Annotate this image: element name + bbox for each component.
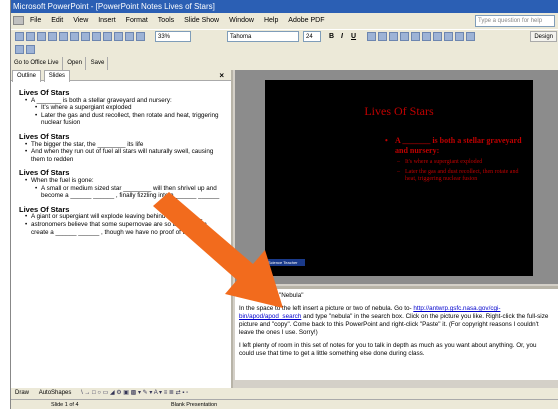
shrink-font-icon[interactable] bbox=[433, 32, 442, 41]
undo-icon[interactable] bbox=[125, 32, 134, 41]
underline-button[interactable]: U bbox=[351, 31, 356, 42]
shape-tools-icon[interactable]: \ → □ ○ ▭ ◢ ⚙ ▣ ▩ ▾ ✎ ▾ A ▾ ≡ ≣ ⇄ ▪ ▫ bbox=[73, 390, 188, 396]
format-icon-group bbox=[367, 32, 475, 42]
align-left-icon[interactable] bbox=[367, 32, 376, 41]
window-title: Microsoft PowerPoint - [PowerPoint Notes… bbox=[13, 2, 215, 11]
menu-bar: File Edit View Insert Format Tools Slide… bbox=[11, 13, 558, 29]
outline-bullet: And when they run out of fuel all stars … bbox=[25, 148, 225, 163]
font-color-icon[interactable] bbox=[466, 32, 475, 41]
outline-tabs: Outline Slides × bbox=[11, 70, 231, 82]
align-center-icon[interactable] bbox=[378, 32, 387, 41]
outline-bullet: A giant or supergiant will explode leavi… bbox=[25, 213, 225, 221]
font-name-select[interactable]: Tahoma bbox=[227, 31, 299, 42]
draw-menu[interactable]: Draw bbox=[11, 390, 29, 396]
outline-bullet: When the fuel is gone: bbox=[25, 177, 225, 185]
notes-heading: "Nebula" bbox=[279, 292, 304, 299]
redo-icon[interactable] bbox=[136, 32, 145, 41]
menu-insert[interactable]: Insert bbox=[94, 13, 120, 29]
increase-indent-icon[interactable] bbox=[455, 32, 464, 41]
save-icon[interactable] bbox=[37, 32, 46, 41]
slide-title[interactable]: Lives Of Stars bbox=[265, 104, 533, 119]
menu-adobe-pdf[interactable]: Adobe PDF bbox=[284, 13, 328, 29]
tab-outline[interactable]: Outline bbox=[12, 70, 42, 82]
second-toolbar bbox=[11, 43, 558, 57]
menu-help[interactable]: Help bbox=[260, 13, 282, 29]
slide-logo: Science Teacher bbox=[267, 259, 305, 266]
template-name: Blank Presentation bbox=[171, 402, 218, 408]
outline-sub-bullet: It's where a supergiant exploded bbox=[35, 104, 225, 112]
slide-sub-bullet: It's where a supergiant exploded bbox=[397, 159, 527, 166]
help-search-input[interactable]: Type a question for help bbox=[475, 15, 555, 27]
preview-icon[interactable] bbox=[70, 32, 79, 41]
close-icon[interactable]: × bbox=[215, 70, 228, 81]
cut-icon[interactable] bbox=[92, 32, 101, 41]
outline-slide-title: Lives Of Stars bbox=[19, 168, 70, 178]
app-icon[interactable] bbox=[13, 15, 24, 25]
outline-slide-title: Lives Of Stars bbox=[19, 131, 70, 141]
slide-canvas[interactable]: Lives Of Stars A _______ is both a stell… bbox=[265, 80, 533, 276]
tab-slides[interactable]: Slides bbox=[43, 70, 71, 82]
status-bar: Slide 1 of 4 Blank Presentation bbox=[11, 399, 558, 409]
bullets-icon[interactable] bbox=[411, 32, 420, 41]
office-live-button[interactable]: Go to Office Live bbox=[11, 57, 63, 70]
slide-editing-area: Lives Of Stars A _______ is both a stell… bbox=[235, 70, 558, 284]
italic-button[interactable]: I bbox=[341, 31, 343, 42]
menu-window[interactable]: Window bbox=[225, 13, 258, 29]
standard-toolbar: 33% Tahoma 24 B I U Design bbox=[11, 29, 558, 43]
spelling-icon[interactable] bbox=[81, 32, 90, 41]
outline-bullet: A _______ is both a stellar graveyard an… bbox=[25, 97, 225, 105]
second-toolbar-icons bbox=[15, 45, 35, 55]
outline-pane: Outline Slides × Lives Of Stars A ______… bbox=[11, 70, 233, 391]
numbering-icon[interactable] bbox=[400, 32, 409, 41]
title-bar: Microsoft PowerPoint - [PowerPoint Notes… bbox=[11, 0, 558, 13]
slide-bullet: A _______ is both a stellar graveyard an… bbox=[385, 136, 527, 156]
menu-edit[interactable]: Edit bbox=[47, 13, 67, 29]
open-button[interactable]: Open bbox=[64, 57, 86, 70]
align-right-icon[interactable] bbox=[389, 32, 398, 41]
slide-icon[interactable] bbox=[15, 45, 24, 54]
menu-slide-show[interactable]: Slide Show bbox=[180, 13, 223, 29]
open-icon[interactable] bbox=[26, 32, 35, 41]
menu-format[interactable]: Format bbox=[122, 13, 152, 29]
menu-tools[interactable]: Tools bbox=[154, 13, 178, 29]
notes-paragraph-1: In the space to the left insert a pictur… bbox=[239, 305, 553, 337]
autoshapes-menu[interactable]: AutoShapes bbox=[31, 390, 72, 396]
outline-slide-title: Lives Of Stars bbox=[19, 88, 70, 97]
paste-icon[interactable] bbox=[114, 32, 123, 41]
email-icon[interactable] bbox=[48, 32, 57, 41]
outline-slide-title: Lives Of Stars bbox=[19, 204, 70, 214]
outline-content[interactable]: Lives Of Stars A _______ is both a stell… bbox=[11, 81, 231, 236]
grow-font-icon[interactable] bbox=[422, 32, 431, 41]
slide-sub-bullet: Later the gas and dust recollect, then r… bbox=[397, 169, 527, 183]
powerpoint-window: Microsoft PowerPoint - [PowerPoint Notes… bbox=[10, 0, 558, 409]
outline-bullet: astronomers believe that some supernovae… bbox=[25, 221, 225, 236]
font-size-select[interactable]: 24 bbox=[303, 31, 321, 42]
notes-text: In the space to the left insert a pictur… bbox=[239, 305, 414, 312]
print-icon[interactable] bbox=[59, 32, 68, 41]
save-button[interactable]: Save bbox=[88, 57, 109, 70]
menu-file[interactable]: File bbox=[26, 13, 45, 29]
outline-sub-bullet: Later the gas and dust recollect, then r… bbox=[35, 112, 225, 127]
drawing-toolbar: Draw AutoShapes \ → □ ○ ▭ ◢ ⚙ ▣ ▩ ▾ ✎ ▾ … bbox=[11, 388, 558, 399]
notes-pane[interactable]: "Nebula" In the space to the left insert… bbox=[235, 286, 558, 380]
decrease-indent-icon[interactable] bbox=[444, 32, 453, 41]
outline-sub-bullet: A small or medium sized star ________ wi… bbox=[35, 185, 225, 200]
bold-button[interactable]: B bbox=[329, 31, 334, 42]
design-button[interactable]: Design bbox=[530, 31, 557, 42]
layout-icon[interactable] bbox=[26, 45, 35, 54]
menu-view[interactable]: View bbox=[69, 13, 92, 29]
slide-body[interactable]: A _______ is both a stellar graveyard an… bbox=[385, 136, 527, 183]
zoom-select[interactable]: 33% bbox=[155, 31, 191, 42]
slide-counter: Slide 1 of 4 bbox=[51, 402, 79, 408]
new-icon[interactable] bbox=[15, 32, 24, 41]
notes-paragraph-2: I left plenty of room in this set of not… bbox=[239, 342, 537, 357]
outline-bullet: The bigger the star, the ________ its li… bbox=[25, 141, 225, 149]
toolbar-icon-group bbox=[15, 32, 145, 42]
copy-icon[interactable] bbox=[103, 32, 112, 41]
office-live-toolbar: Go to Office Live Open Save bbox=[11, 57, 558, 70]
